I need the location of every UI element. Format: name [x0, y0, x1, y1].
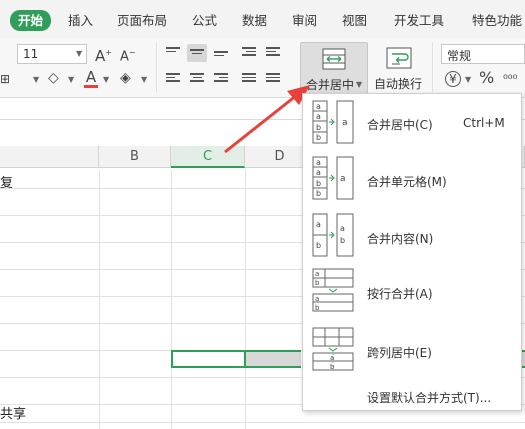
fill-color-icon[interactable]: ◇ [48, 70, 59, 86]
svg-text:b: b [316, 133, 321, 142]
active-cell[interactable] [171, 350, 246, 368]
increase-indent-icon[interactable] [263, 44, 283, 62]
merge-center-option-icon: a a b b a [312, 100, 354, 144]
menu-item-merge-content[interactable]: a b a b 合并内容(N) [303, 208, 521, 264]
chevron-down-icon: ▼ [76, 49, 83, 58]
menu-item-merge-center[interactable]: a a b b a 合并居中(C) Ctrl+M [303, 94, 521, 150]
ribbon-tab-bar: 开始 插入 页面布局 公式 数据 审阅 视图 开发工具 特色功能 [0, 0, 525, 38]
svg-text:a: a [342, 118, 348, 128]
tab-data[interactable]: 数据 [242, 11, 267, 31]
percent-icon[interactable]: % [479, 70, 494, 86]
menu-item-label: 合并单元格(M) [367, 175, 447, 189]
merge-content-option-icon: a b a b [312, 213, 354, 257]
svg-text:b: b [316, 189, 321, 198]
merge-cells-option-icon: a a b b a [312, 156, 354, 200]
comma-style-icon[interactable]: ⁰⁰⁰ [503, 71, 517, 87]
chevron-down-icon[interactable]: ▼ [33, 75, 39, 84]
menu-item-center-across[interactable]: a b 跨列居中(E) [303, 322, 521, 378]
chevron-down-icon[interactable]: ▼ [68, 75, 74, 84]
tab-special-features[interactable]: 特色功能 [472, 11, 522, 31]
menu-item-set-default-merge[interactable]: 设置默认合并方式(T)... [367, 389, 491, 406]
chevron-down-icon[interactable]: ▼ [465, 75, 471, 84]
merge-across-option-icon: a b a b [312, 268, 354, 312]
merge-cells-icon [322, 48, 346, 70]
menu-item-merge-across[interactable]: a b a b 按行合并(A) [303, 265, 521, 321]
svg-text:b: b [316, 179, 321, 188]
annotation-arrow [224, 85, 310, 154]
menu-item-merge-cells[interactable]: a a b b a 合并单元格(M) [303, 151, 521, 207]
chevron-down-icon[interactable]: ▼ [103, 75, 109, 84]
align-center-icon[interactable] [187, 70, 207, 88]
menu-item-label: 跨列居中(E) [367, 346, 432, 360]
chevron-down-icon[interactable]: ▼ [141, 75, 147, 84]
svg-text:a: a [315, 295, 319, 303]
tab-home[interactable]: 开始 [10, 10, 52, 31]
selected-range[interactable] [246, 350, 301, 368]
font-size-select[interactable]: 11 ▼ [17, 44, 87, 64]
merge-dropdown-menu: a a b b a 合并居中(C) Ctrl+M a a b b a 合并单元格… [302, 93, 522, 411]
svg-text:a: a [316, 112, 321, 121]
chevron-down-icon: ▼ [356, 80, 363, 89]
increase-font-icon[interactable]: A+ [95, 45, 112, 64]
decrease-font-icon[interactable]: A− [120, 45, 136, 65]
menu-item-shortcut: Ctrl+M [463, 116, 505, 130]
wrap-text-icon[interactable] [386, 47, 412, 71]
border-icon[interactable]: ⊞ [0, 71, 10, 87]
menu-item-label: 合并内容(N) [367, 232, 434, 246]
menu-item-label: 按行合并(A) [367, 287, 433, 301]
column-header[interactable] [0, 146, 99, 168]
tab-review[interactable]: 审阅 [292, 11, 317, 31]
svg-text:a: a [330, 354, 334, 362]
svg-text:a: a [316, 158, 321, 167]
svg-text:b: b [315, 304, 320, 312]
svg-text:a: a [316, 220, 321, 229]
cell-text[interactable]: 共享 [0, 403, 26, 422]
spreadsheet-window: 开始 插入 页面布局 公式 数据 审阅 视图 开发工具 特色功能 11 ▼ A+… [0, 0, 525, 429]
menu-item-label: 合并居中(C) [367, 118, 433, 132]
column-header-b[interactable]: B [99, 146, 171, 168]
align-middle-icon[interactable] [187, 44, 207, 62]
svg-text:b: b [315, 279, 320, 287]
number-format-value: 常规 [447, 49, 472, 63]
svg-text:a: a [316, 168, 321, 177]
align-left-icon[interactable] [163, 70, 183, 88]
svg-text:a: a [316, 102, 321, 111]
font-color-icon[interactable]: A [84, 69, 98, 88]
tab-view[interactable]: 视图 [342, 11, 367, 31]
align-bottom-icon[interactable] [211, 44, 231, 62]
svg-text:b: b [316, 241, 321, 250]
tab-insert[interactable]: 插入 [68, 11, 93, 31]
svg-text:a: a [340, 224, 345, 233]
number-format-select[interactable]: 常规 [441, 44, 525, 64]
align-top-icon[interactable] [163, 44, 183, 62]
svg-text:b: b [340, 236, 345, 245]
cell-text[interactable]: 复 [0, 172, 13, 191]
ribbon-separator [156, 42, 157, 92]
font-size-value: 11 [23, 47, 39, 61]
decrease-indent-icon[interactable] [239, 44, 259, 62]
tab-developer[interactable]: 开发工具 [394, 11, 444, 31]
tab-formulas[interactable]: 公式 [192, 11, 217, 31]
eraser-icon[interactable]: ◈ [120, 70, 131, 86]
svg-text:b: b [330, 363, 335, 371]
currency-icon[interactable]: ¥ [445, 71, 461, 87]
svg-text:b: b [316, 123, 321, 132]
svg-text:a: a [340, 174, 346, 184]
ribbon-separator [432, 42, 433, 92]
center-across-option-icon: a b [312, 327, 354, 371]
svg-text:a: a [315, 270, 319, 278]
wrap-text-label[interactable]: 自动换行 [374, 75, 422, 92]
tab-page-layout[interactable]: 页面布局 [117, 11, 167, 31]
